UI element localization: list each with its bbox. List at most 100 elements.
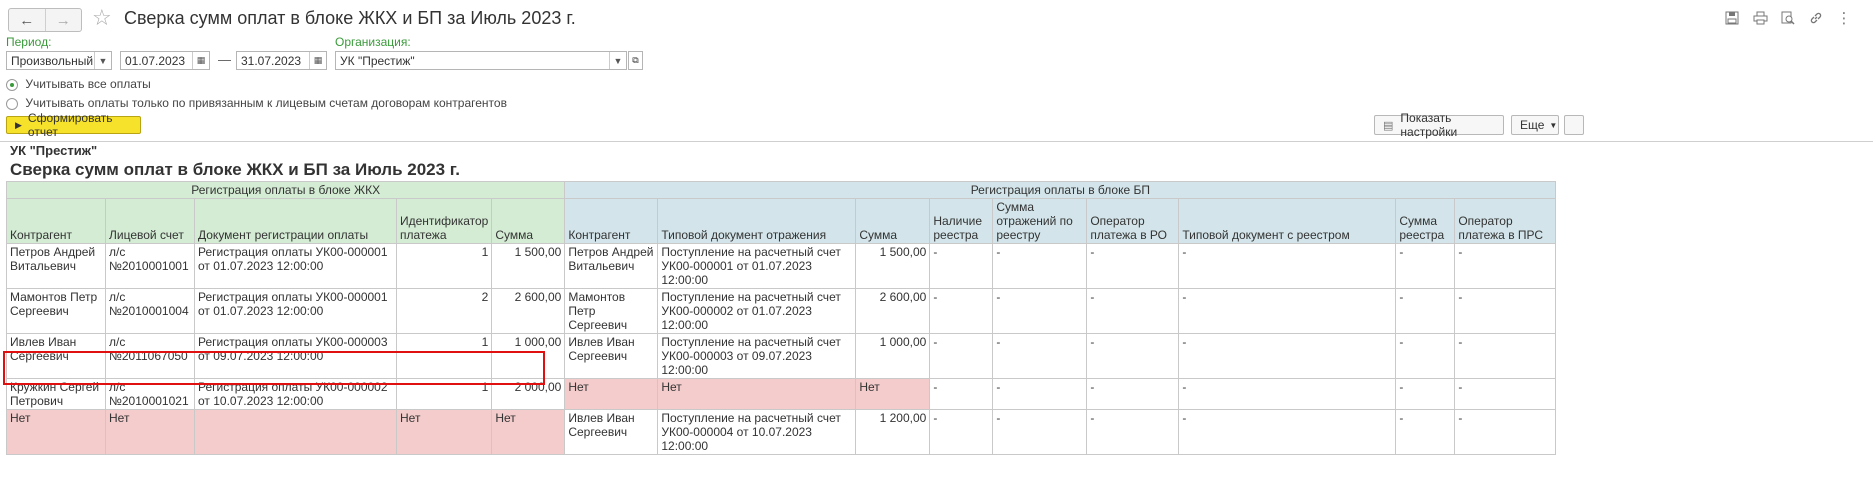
table-cell[interactable]: - <box>1395 333 1456 379</box>
table-cell[interactable]: Нет <box>491 409 566 455</box>
column-header: Лицевой счет <box>105 198 195 244</box>
table-cell[interactable]: Нет <box>6 409 106 455</box>
table-cell[interactable]: - <box>992 243 1088 289</box>
table-cell[interactable]: 1 <box>395 243 493 289</box>
table-cell[interactable]: Нет <box>105 409 195 455</box>
table-cell[interactable]: - <box>1086 409 1180 455</box>
open-org-button[interactable]: ⧉ <box>628 51 643 70</box>
table-cell[interactable]: Петров Андрей Витальевич <box>6 243 106 289</box>
table-cell[interactable]: 1 500,00 <box>491 243 566 289</box>
table-cell[interactable]: 1 500,00 <box>855 243 931 289</box>
table-cell[interactable]: - <box>1178 243 1397 289</box>
date-from-field[interactable]: 01.07.2023 ▦ <box>120 51 210 70</box>
table-cell[interactable]: - <box>929 333 994 379</box>
table-cell[interactable]: - <box>1454 409 1557 455</box>
star-icon[interactable]: ☆ <box>92 5 112 31</box>
table-row[interactable]: Петров Андрей Витальевич л/с №2010001001 Р… <box>6 243 1557 289</box>
report-table: Регистрация оплаты в блоке ЖКХ Регистрац… <box>5 181 1557 455</box>
table-cell[interactable]: Ивлев Иван Сергеевич <box>564 333 659 379</box>
table-cell[interactable]: - <box>1454 378 1557 410</box>
table-row[interactable]: Нет Нет Нет Нет Ивлев Иван Сергеевич Поступле… <box>6 409 1557 455</box>
extra-button[interactable] <box>1564 115 1584 135</box>
table-cell[interactable]: - <box>1454 243 1557 289</box>
print-icon[interactable] <box>1751 9 1769 27</box>
radio-button[interactable] <box>6 78 18 91</box>
table-cell[interactable] <box>194 409 397 455</box>
preview-icon[interactable] <box>1779 9 1797 27</box>
table-cell[interactable]: Поступление на расчетный счет УК00-00000… <box>657 243 857 289</box>
more-icon[interactable]: ⋮ <box>1835 9 1853 27</box>
generate-report-button[interactable]: ▶ Сформировать отчет <box>6 111 141 139</box>
table-row[interactable]: Мамонтов Петр Сергеевич л/с №2010001004 Ре… <box>6 288 1557 334</box>
table-cell[interactable]: - <box>1395 288 1456 334</box>
table-cell[interactable]: - <box>929 243 994 289</box>
date-from-value: 01.07.2023 <box>125 53 186 68</box>
table-cell[interactable]: Поступление на расчетный счет УК00-00000… <box>657 288 857 334</box>
table-cell[interactable]: Мамонтов Петр Сергеевич <box>6 288 106 334</box>
table-cell[interactable]: Поступление на расчетный счет УК00-00000… <box>657 333 857 379</box>
table-cell[interactable]: Нет <box>657 378 857 410</box>
table-cell[interactable]: - <box>1178 333 1397 379</box>
more-button[interactable]: Еще ▼ <box>1511 115 1559 135</box>
column-header: Наличие реестра <box>929 198 994 244</box>
table-cell[interactable]: - <box>929 409 994 455</box>
table-cell[interactable]: Мамонтов Петр Сергеевич <box>564 288 659 334</box>
date-to-value: 31.07.2023 <box>241 53 302 68</box>
table-cell[interactable]: - <box>1086 333 1180 379</box>
table-cell[interactable]: 2 600,00 <box>491 288 566 334</box>
table-cell[interactable]: - <box>992 409 1088 455</box>
table-cell[interactable]: Нет <box>855 378 931 410</box>
table-cell[interactable]: - <box>929 378 994 410</box>
table-cell[interactable]: Нет <box>564 378 659 410</box>
table-cell[interactable]: - <box>1178 378 1397 410</box>
chevron-down-icon[interactable]: ▼ <box>94 52 111 69</box>
org-select[interactable]: УК "Престиж" ▼ <box>335 51 627 70</box>
table-cell[interactable]: - <box>1395 243 1456 289</box>
date-to-field[interactable]: 31.07.2023 ▦ <box>236 51 327 70</box>
report-title: Сверка сумм оплат в блоке ЖКХ и БП за Ию… <box>10 160 460 179</box>
calendar-icon[interactable]: ▦ <box>309 52 326 69</box>
date-dash: — <box>218 52 231 67</box>
radio-button[interactable] <box>6 97 18 110</box>
table-cell[interactable]: - <box>1178 409 1397 455</box>
table-cell[interactable]: - <box>1454 333 1557 379</box>
table-cell[interactable]: Ивлев Иван Сергеевич <box>564 409 659 455</box>
table-cell[interactable]: - <box>992 333 1088 379</box>
table-cell[interactable]: 2 <box>395 288 493 334</box>
table-cell[interactable]: - <box>929 288 994 334</box>
table-cell[interactable]: - <box>1395 378 1456 410</box>
group-header-bp: Регистрация оплаты в блоке БП <box>564 181 1557 199</box>
radio-all-payments[interactable]: Учитывать все оплаты <box>6 77 151 91</box>
nav-buttons: ← → <box>8 8 82 32</box>
table-cell[interactable]: - <box>1086 378 1180 410</box>
table-cell[interactable]: - <box>1086 243 1180 289</box>
show-settings-button[interactable]: ▤ Показать настройки <box>1374 111 1504 139</box>
table-cell[interactable]: Регистрация оплаты УК00-000001 от 01.07.… <box>194 288 397 334</box>
table-cell[interactable]: - <box>1454 288 1557 334</box>
calendar-icon[interactable]: ▦ <box>192 52 209 69</box>
save-icon[interactable] <box>1723 9 1741 27</box>
table-cell[interactable]: Петров Андрей Витальевич <box>564 243 659 289</box>
arrow-right-icon[interactable]: → <box>44 9 82 31</box>
table-cell[interactable]: Поступление на расчетный счет УК00-00000… <box>657 409 857 455</box>
table-cell[interactable]: - <box>1395 409 1456 455</box>
table-cell[interactable]: - <box>1086 288 1180 334</box>
chevron-down-icon[interactable]: ▼ <box>609 52 626 69</box>
table-cell[interactable]: 2 600,00 <box>855 288 931 334</box>
table-cell[interactable]: л/с №2010001001 <box>105 243 195 289</box>
table-cell[interactable]: - <box>1178 288 1397 334</box>
table-cell[interactable]: л/с №2010001004 <box>105 288 195 334</box>
table-cell[interactable]: Регистрация оплаты УК00-000001 от 01.07.… <box>194 243 397 289</box>
table-cell[interactable]: 1 000,00 <box>855 333 931 379</box>
period-type-select[interactable]: Произвольный ▼ <box>6 51 112 70</box>
table-cell[interactable]: 1 200,00 <box>855 409 931 455</box>
table-cell[interactable]: Нет <box>395 409 493 455</box>
arrow-left-icon[interactable]: ← <box>9 9 45 31</box>
column-header: Контрагент <box>6 198 106 244</box>
org-value: УК "Престиж" <box>340 53 415 68</box>
column-header: Сумма реестра <box>1395 198 1456 244</box>
link-icon[interactable] <box>1807 9 1825 27</box>
table-cell[interactable]: - <box>992 288 1088 334</box>
table-cell[interactable]: - <box>992 378 1088 410</box>
radio-linked-payments[interactable]: Учитывать оплаты только по привязанным к… <box>6 96 507 110</box>
